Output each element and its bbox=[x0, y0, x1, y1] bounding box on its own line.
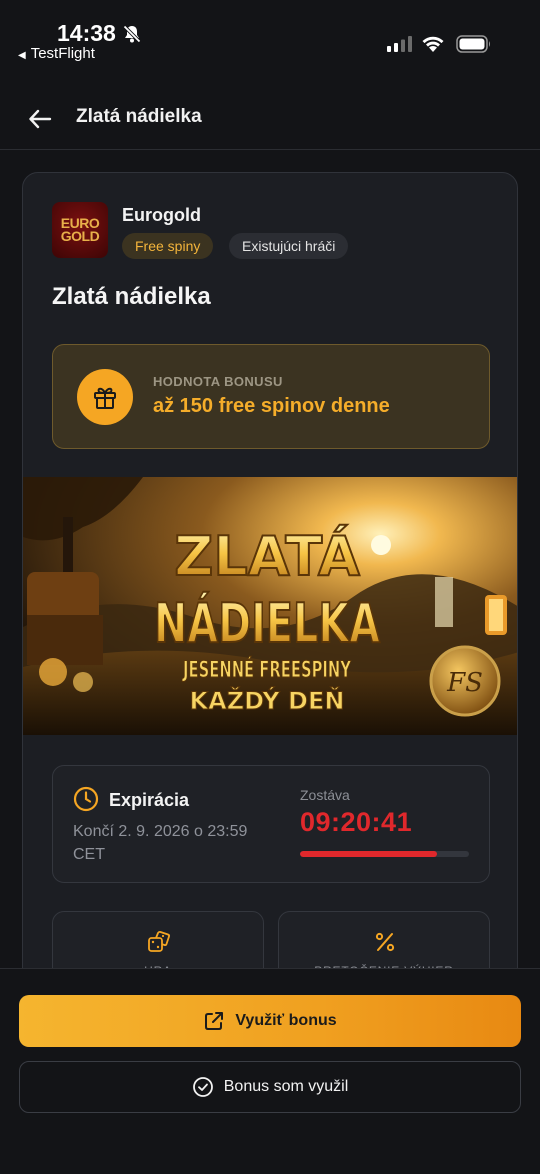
external-link-icon bbox=[205, 1012, 224, 1030]
clock-icon bbox=[73, 786, 99, 812]
gift-icon bbox=[94, 387, 116, 409]
banner-subtitle-line2: KAŽDÝ DEŇ bbox=[190, 685, 345, 715]
banner-subtitle-line1: JESENNÉ FREESPINY bbox=[182, 657, 352, 683]
promo-banner-image: FS ZLATÁ NÁDIELKA JESENNÉ FREESPINY KAŽD… bbox=[23, 477, 517, 735]
dice-icon bbox=[148, 930, 171, 952]
status-bar: 14:38 ◀ TestFlight bbox=[0, 0, 540, 72]
offer-title: Zlatá nádielka bbox=[52, 283, 211, 310]
countdown-progress-bar bbox=[300, 851, 469, 857]
back-arrow-icon[interactable] bbox=[26, 105, 54, 133]
casino-logo: EURO GOLD bbox=[52, 202, 108, 258]
expiry-date: Končí 2. 9. 2026 o 23:59 CET bbox=[73, 823, 248, 863]
top-nav-bar: Zlatá nádielka bbox=[0, 88, 540, 150]
bottom-action-bar: Využiť bonus Bonus som využil bbox=[0, 968, 540, 1174]
bonus-used-label: Bonus som využil bbox=[223, 1078, 349, 1095]
bell-muted-icon bbox=[123, 25, 141, 43]
battery-icon bbox=[456, 35, 490, 53]
use-bonus-label: Využiť bonus bbox=[235, 1012, 337, 1029]
casino-name: Eurogold bbox=[122, 205, 201, 225]
back-triangle-icon: ◀ bbox=[18, 50, 26, 61]
banner-title-line1: ZLATÁ bbox=[174, 525, 360, 588]
cellular-signal-icon bbox=[387, 36, 412, 52]
banner-coin-text: FS bbox=[446, 668, 483, 698]
page-title: Zlatá nádielka bbox=[76, 106, 202, 127]
banner-title-line2: NÁDIELKA bbox=[154, 592, 380, 655]
expiry-box: Expirácia Končí 2. 9. 2026 o 23:59 CET Z… bbox=[52, 765, 490, 883]
countdown-timer: 09:20:41 bbox=[300, 807, 413, 837]
badge-free-spins: Free spiny bbox=[122, 233, 214, 259]
offer-card: EURO GOLD Eurogold Free spiny Existujúci… bbox=[22, 172, 518, 1022]
countdown-progress-fill bbox=[300, 851, 437, 857]
back-to-app-link[interactable]: ◀ TestFlight bbox=[18, 45, 95, 62]
check-circle-icon bbox=[192, 1077, 213, 1097]
badge-existing-players: Existujúci hráči bbox=[229, 233, 349, 259]
bonus-used-button[interactable]: Bonus som využil bbox=[19, 1061, 521, 1113]
wifi-icon bbox=[422, 36, 444, 52]
bonus-value: až 150 free spinov denne bbox=[153, 395, 390, 417]
expiry-title: Expirácia bbox=[109, 790, 190, 810]
percent-icon bbox=[375, 932, 395, 952]
bonus-value-box: HODNOTA BONUSU až 150 free spinov denne bbox=[52, 344, 490, 449]
remaining-label: Zostáva bbox=[300, 787, 350, 803]
status-time: 14:38 bbox=[57, 20, 116, 46]
bonus-label: HODNOTA BONUSU bbox=[153, 374, 283, 389]
gift-icon-circle bbox=[77, 369, 133, 425]
use-bonus-button[interactable]: Využiť bonus bbox=[19, 995, 521, 1047]
